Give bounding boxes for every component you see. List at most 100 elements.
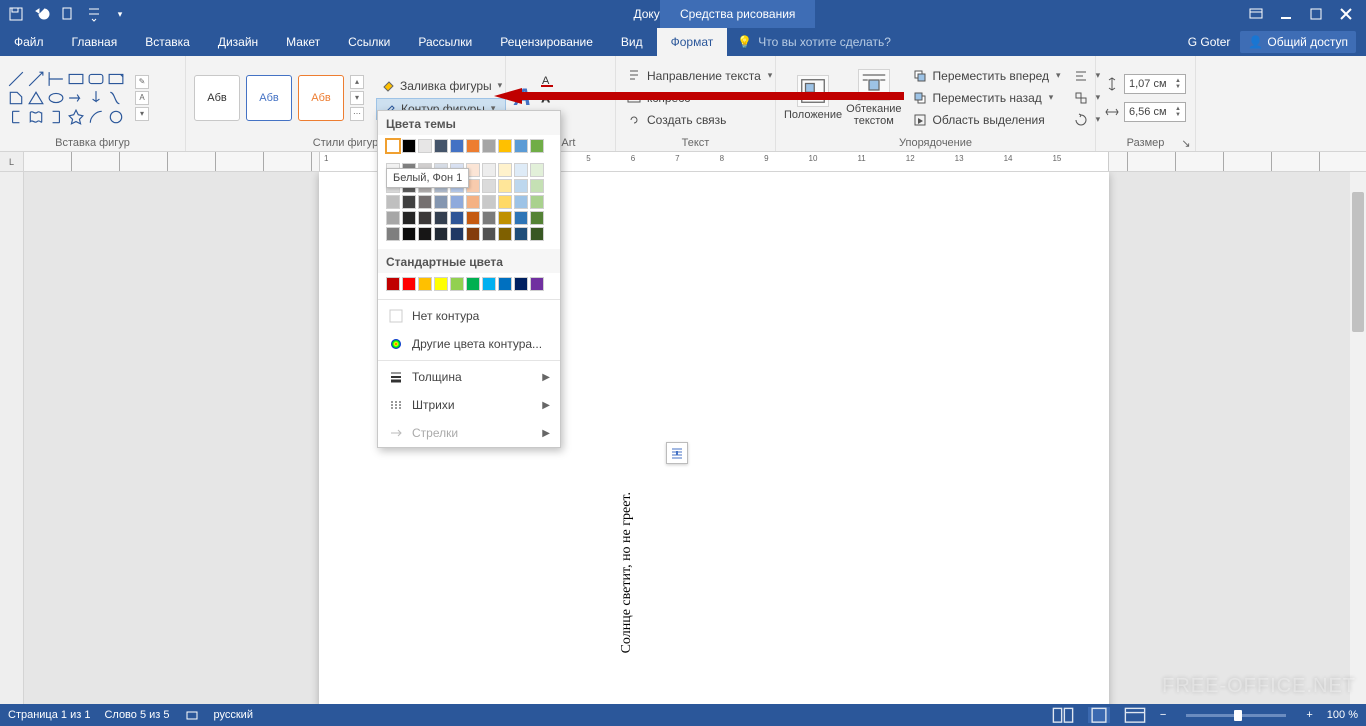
repeat-icon[interactable] xyxy=(60,6,76,22)
shape-fill-button[interactable]: Заливка фигуры xyxy=(376,76,506,96)
layout-options-button[interactable] xyxy=(666,442,688,464)
color-swatch[interactable] xyxy=(514,195,528,209)
color-swatch[interactable] xyxy=(386,277,400,291)
color-swatch[interactable] xyxy=(530,163,544,177)
color-swatch[interactable] xyxy=(498,179,512,193)
print-layout-icon[interactable] xyxy=(1088,707,1110,723)
zoom-in-button[interactable]: + xyxy=(1306,709,1312,721)
color-swatch[interactable] xyxy=(530,277,544,291)
qat-more-icon[interactable]: ▾ xyxy=(112,6,128,22)
color-swatch[interactable] xyxy=(514,139,528,153)
tab-insert[interactable]: Вставка xyxy=(131,28,204,56)
ruler-vertical[interactable] xyxy=(0,172,24,704)
quick-styles-button[interactable]: кспресс- xyxy=(624,88,774,108)
vertical-text-shape[interactable]: Солнце светит, но не греет. xyxy=(619,492,635,653)
color-swatch[interactable] xyxy=(434,195,448,209)
selection-pane-button[interactable]: Область выделения xyxy=(910,110,1063,130)
color-swatch[interactable] xyxy=(498,139,512,153)
color-swatch[interactable] xyxy=(434,227,448,241)
color-swatch[interactable] xyxy=(530,227,544,241)
color-swatch[interactable] xyxy=(434,139,448,153)
spinner-icon[interactable]: ▲▼ xyxy=(1175,78,1181,90)
color-swatch[interactable] xyxy=(386,211,400,225)
minimize-icon[interactable] xyxy=(1278,6,1294,22)
color-swatch[interactable] xyxy=(498,211,512,225)
style-sample-2[interactable]: Абв xyxy=(246,75,292,121)
color-swatch[interactable] xyxy=(466,227,480,241)
tab-file[interactable]: Файл xyxy=(0,28,58,56)
color-swatch[interactable] xyxy=(418,227,432,241)
ruler-corner[interactable]: L xyxy=(0,152,24,171)
shape-gallery[interactable] xyxy=(8,71,128,125)
status-page[interactable]: Страница 1 из 1 xyxy=(8,709,90,721)
color-swatch[interactable] xyxy=(466,277,480,291)
color-swatch[interactable] xyxy=(530,195,544,209)
tab-home[interactable]: Главная xyxy=(58,28,132,56)
customize-icon[interactable] xyxy=(86,6,102,22)
color-swatch[interactable] xyxy=(402,139,416,153)
color-swatch[interactable] xyxy=(498,277,512,291)
style-gallery[interactable]: Абв Абв Абв xyxy=(194,75,344,121)
outline-weight-item[interactable]: Толщина ▶ xyxy=(378,363,560,391)
tell-me[interactable]: 💡 Что вы хотите сделать? xyxy=(727,28,901,56)
color-swatch[interactable] xyxy=(450,139,464,153)
color-swatch[interactable] xyxy=(434,277,448,291)
zoom-out-button[interactable]: − xyxy=(1160,709,1166,721)
web-layout-icon[interactable] xyxy=(1124,707,1146,723)
color-swatch[interactable] xyxy=(386,227,400,241)
ruler-horizontal[interactable]: 1123456789101112131415 xyxy=(24,152,1366,171)
undo-icon[interactable] xyxy=(34,6,50,22)
color-swatch[interactable] xyxy=(514,227,528,241)
status-words[interactable]: Слово 5 из 5 xyxy=(104,709,169,721)
color-swatch[interactable] xyxy=(514,211,528,225)
color-swatch[interactable] xyxy=(386,195,400,209)
vertical-scrollbar[interactable] xyxy=(1350,172,1366,704)
zoom-level[interactable]: 100 % xyxy=(1327,709,1358,721)
zoom-slider[interactable] xyxy=(1186,714,1286,717)
text-direction-button[interactable]: Направление текста xyxy=(624,66,774,86)
color-swatch[interactable] xyxy=(498,163,512,177)
bring-forward-button[interactable]: Переместить вперед xyxy=(910,66,1063,86)
color-swatch[interactable] xyxy=(418,277,432,291)
color-swatch[interactable] xyxy=(482,277,496,291)
color-swatch[interactable] xyxy=(482,227,496,241)
tab-design[interactable]: Дизайн xyxy=(204,28,272,56)
read-mode-icon[interactable] xyxy=(1052,707,1074,723)
edit-shape-icon[interactable]: ✎ xyxy=(135,75,149,89)
color-swatch[interactable] xyxy=(402,211,416,225)
user-name[interactable]: G Goter xyxy=(1188,35,1231,49)
share-button[interactable]: 👤 Общий доступ xyxy=(1240,31,1356,53)
color-swatch[interactable] xyxy=(530,211,544,225)
color-swatch[interactable] xyxy=(530,139,544,153)
color-swatch[interactable] xyxy=(450,227,464,241)
tab-format[interactable]: Формат xyxy=(657,28,728,56)
color-swatch[interactable] xyxy=(482,139,496,153)
color-swatch[interactable] xyxy=(482,179,496,193)
color-swatch[interactable] xyxy=(482,211,496,225)
color-swatch[interactable] xyxy=(402,227,416,241)
status-language[interactable]: русский xyxy=(214,709,253,721)
color-swatch[interactable] xyxy=(482,195,496,209)
maximize-icon[interactable] xyxy=(1308,6,1324,22)
send-backward-button[interactable]: Переместить назад xyxy=(910,88,1063,108)
color-swatch[interactable] xyxy=(434,211,448,225)
color-swatch[interactable] xyxy=(402,277,416,291)
wordart-quick-icon[interactable]: A xyxy=(514,84,531,112)
position-button[interactable]: Положение xyxy=(784,63,842,133)
text-outline-icon[interactable]: A xyxy=(539,90,555,106)
color-swatch[interactable] xyxy=(466,195,480,209)
spinner-icon[interactable]: ▲▼ xyxy=(1175,106,1181,118)
color-swatch[interactable] xyxy=(498,195,512,209)
color-swatch[interactable] xyxy=(466,211,480,225)
document-canvas[interactable]: Солнце светит, но не греет. xyxy=(24,172,1366,704)
color-swatch[interactable] xyxy=(514,277,528,291)
dialog-launcher-icon[interactable]: ↘ xyxy=(1181,137,1191,147)
wrap-text-button[interactable]: Обтеканиетекстом xyxy=(846,63,901,133)
width-field[interactable]: 6,56 см▲▼ xyxy=(1104,102,1186,122)
color-swatch[interactable] xyxy=(498,227,512,241)
tab-review[interactable]: Рецензирование xyxy=(486,28,607,56)
tab-layout[interactable]: Макет xyxy=(272,28,334,56)
shape-gallery-more[interactable]: ✎ A ▾ xyxy=(134,75,150,121)
color-swatch[interactable] xyxy=(450,211,464,225)
zoom-knob[interactable] xyxy=(1234,710,1242,721)
